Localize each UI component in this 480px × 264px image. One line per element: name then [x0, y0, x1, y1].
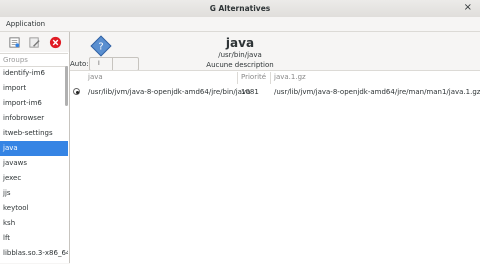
groups-list: identify-im6 import import-im6 infobrows…: [0, 66, 68, 263]
list-item[interactable]: jexec: [0, 171, 68, 186]
table-row[interactable]: /usr/lib/jvm/java-8-openjdk-amd64/jre/bi…: [70, 85, 480, 99]
title-bar: G Alternatives ×: [0, 0, 480, 18]
list-item[interactable]: ksh: [0, 216, 68, 231]
list-item[interactable]: libblas.so.3-x86_64-: [0, 246, 68, 261]
window-title: G Alternatives: [209, 4, 271, 13]
close-icon[interactable]: ×: [464, 2, 472, 13]
selected-radio[interactable]: [73, 88, 80, 95]
alternatives-table: java Priorité java.1.gz /usr/lib/jvm/jav…: [70, 70, 480, 264]
alternative-header: ? Auto: I java /usr/bin/java Aucune desc…: [70, 32, 480, 71]
column-divider: [237, 72, 238, 84]
menu-application[interactable]: Application: [6, 20, 45, 28]
column-header-slave[interactable]: java.1.gz: [274, 73, 306, 84]
list-item[interactable]: jjs: [0, 186, 68, 201]
cell-slave-path: /usr/lib/jvm/java-8-openjdk-amd64/jre/ma…: [274, 88, 480, 96]
column-divider: [270, 72, 271, 84]
list-item[interactable]: import-im6: [0, 96, 68, 111]
cell-java-path: /usr/lib/jvm/java-8-openjdk-amd64/jre/bi…: [88, 88, 251, 96]
alternative-description: Aucune description: [206, 61, 274, 69]
alternative-path: /usr/bin/java: [218, 51, 262, 59]
cell-priority: 1081: [241, 88, 259, 96]
details-panel: ? Auto: I java /usr/bin/java Aucune desc…: [70, 32, 480, 264]
groups-scrollbar[interactable]: [65, 66, 68, 106]
list-item-selected[interactable]: java: [0, 141, 68, 156]
alternative-name: java: [225, 36, 255, 50]
list-item[interactable]: import: [0, 81, 68, 96]
list-item[interactable]: infobrowser: [0, 111, 68, 126]
list-item[interactable]: itweb-settings: [0, 126, 68, 141]
column-header-priority[interactable]: Priorité: [241, 73, 266, 84]
column-header-java[interactable]: java: [88, 73, 103, 84]
list-item[interactable]: javaws: [0, 156, 68, 171]
menu-bar: Application: [0, 17, 480, 32]
list-item[interactable]: lft: [0, 231, 68, 246]
list-item[interactable]: keytool: [0, 201, 68, 216]
